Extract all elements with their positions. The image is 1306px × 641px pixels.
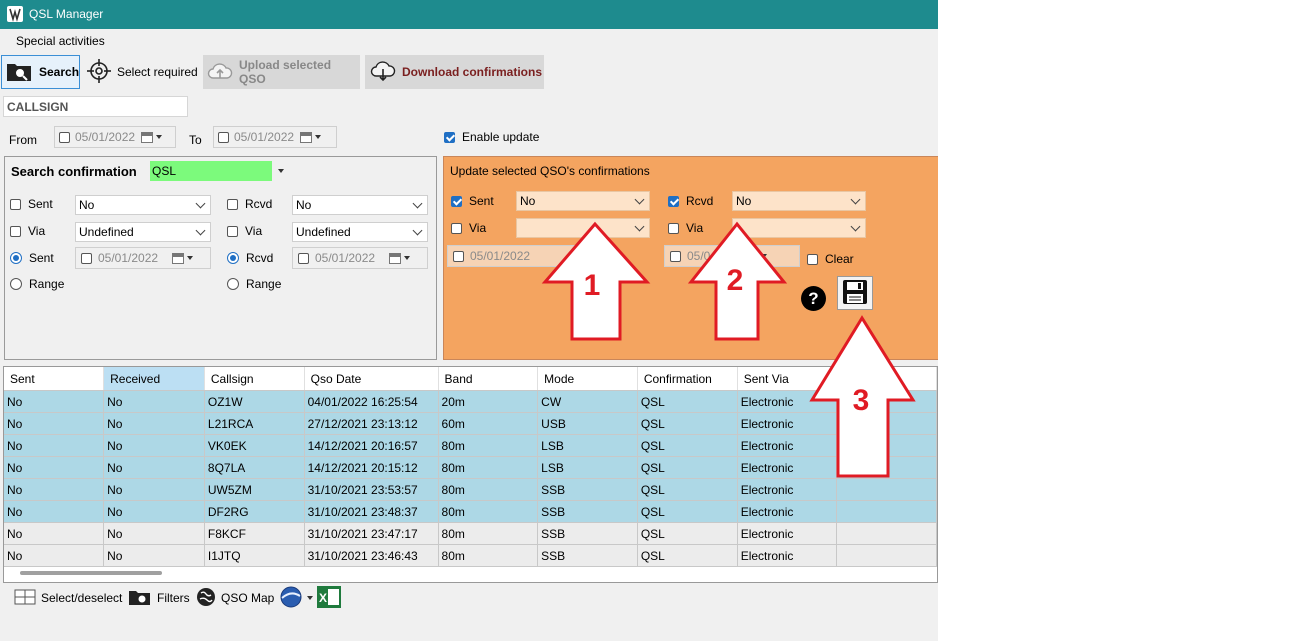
annotation-overlay: 1 2 3: [541, 221, 916, 478]
annotation-label-1: 1: [584, 269, 601, 302]
annotation-label-3: 3: [853, 384, 870, 417]
annotation-label-2: 2: [727, 264, 744, 297]
